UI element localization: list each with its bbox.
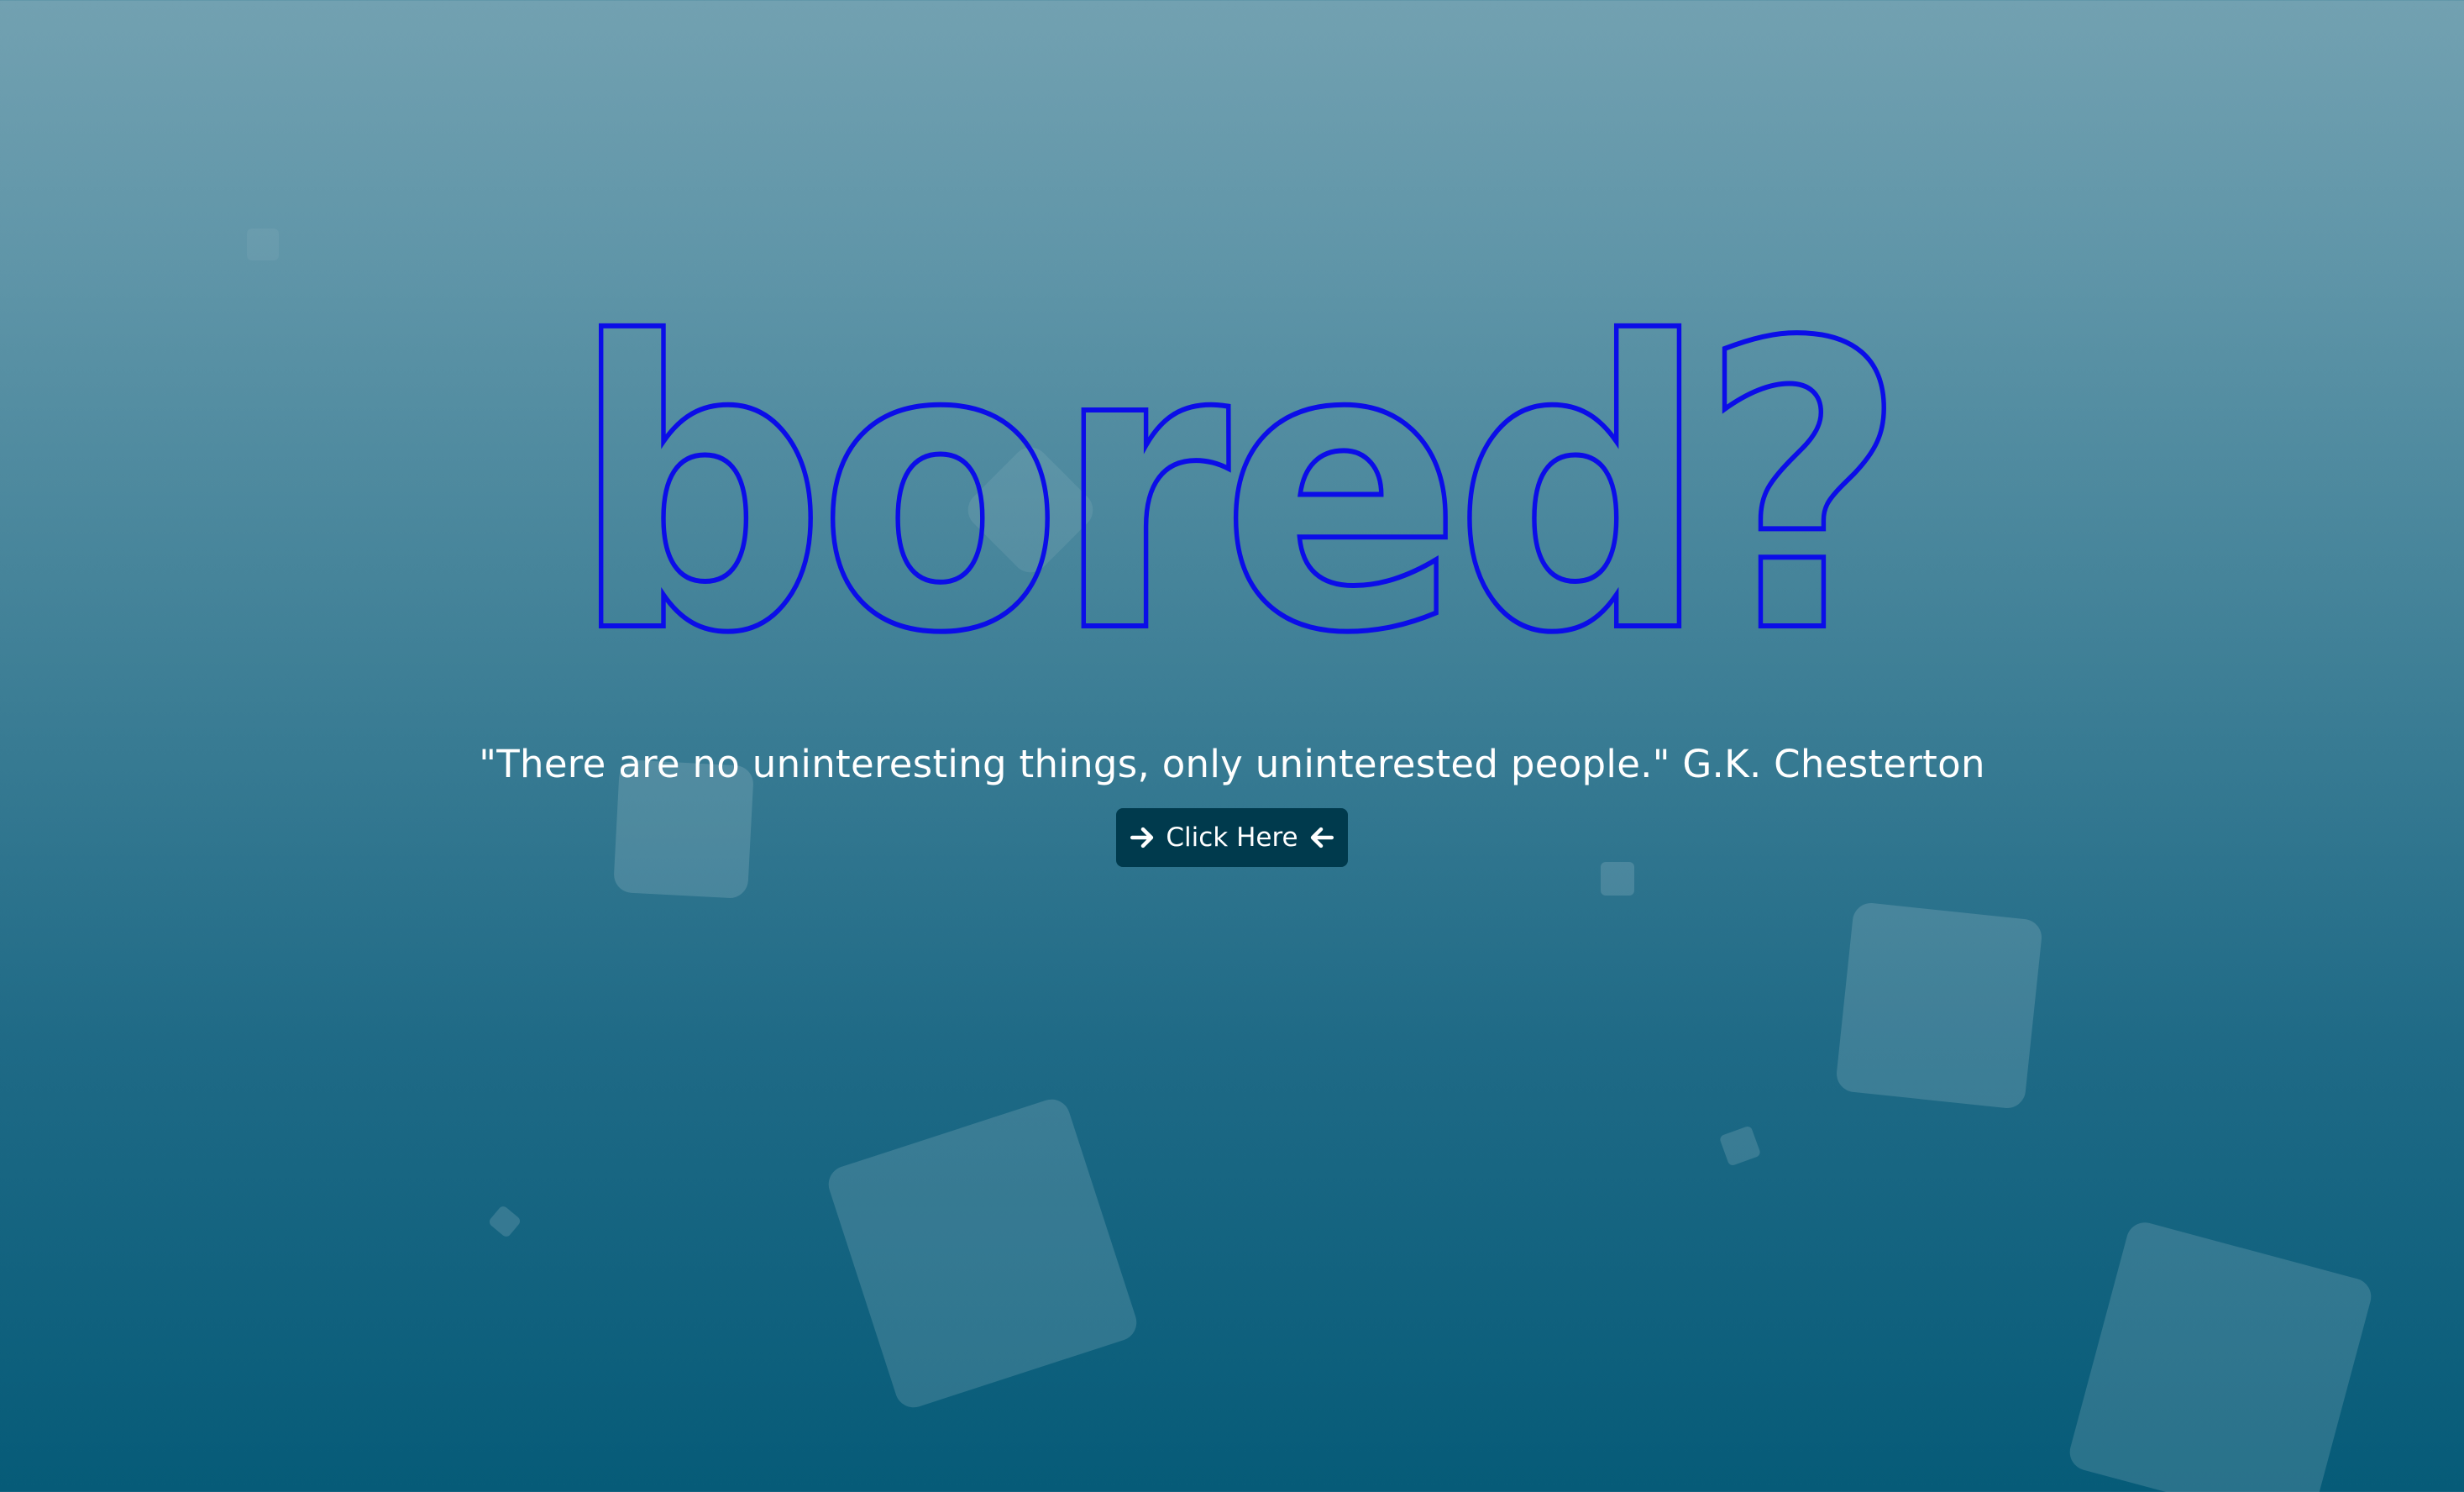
decorative-square	[2065, 1218, 2376, 1492]
arrow-left-icon	[1310, 827, 1334, 848]
decorative-square	[1601, 862, 1634, 896]
hero-title-text: bored?	[571, 302, 1898, 655]
decorative-square	[247, 229, 279, 260]
decorative-square	[487, 1204, 522, 1239]
hero-quote: "There are no uninteresting things, only…	[479, 742, 1985, 786]
decorative-square	[823, 1094, 1142, 1413]
arrow-right-icon	[1130, 827, 1154, 848]
decorative-square	[1718, 1125, 1762, 1167]
hero-title: bored?	[569, 302, 1911, 655]
click-here-button-label: Click Here	[1166, 822, 1298, 853]
decorative-square	[1834, 901, 2044, 1111]
click-here-button[interactable]: Click Here	[1116, 808, 1348, 867]
